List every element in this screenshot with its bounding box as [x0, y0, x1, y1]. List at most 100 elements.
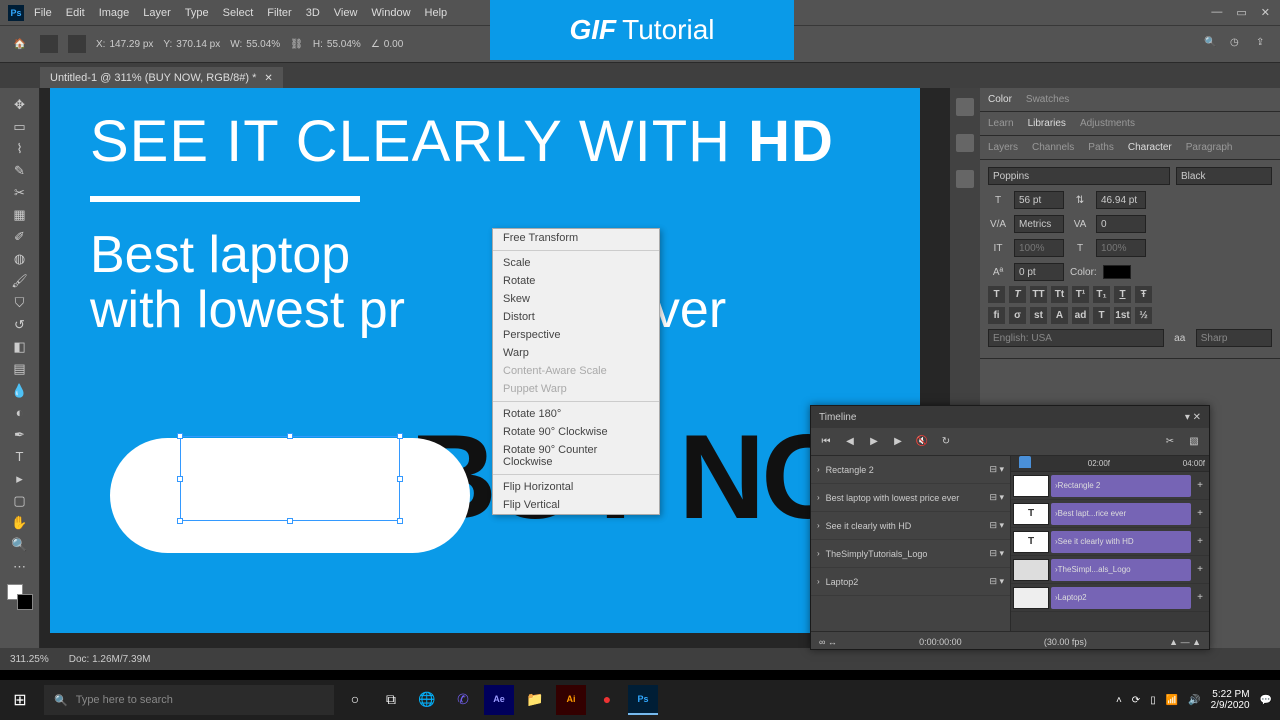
play-icon[interactable]: ▶ — [867, 435, 881, 449]
healing-tool[interactable]: ◍ — [8, 248, 32, 269]
start-button[interactable]: ⊞ — [0, 680, 40, 720]
add-clip-4[interactable]: + — [1193, 564, 1207, 575]
subscript-button[interactable]: T₁ — [1093, 286, 1110, 303]
clip-logo[interactable]: › TheSimpl...als_Logo — [1051, 559, 1191, 581]
ctx-distort[interactable]: Distort — [493, 308, 659, 326]
tab-paragraph[interactable]: Paragraph — [1186, 142, 1233, 153]
brush-tool[interactable]: 🖌 — [8, 270, 32, 291]
timeline-clips-area[interactable]: 02:00f04:00f › Rectangle 2+ T› Best lapt… — [1011, 456, 1209, 631]
zoom-tool[interactable]: 🔍 — [8, 534, 32, 555]
tab-paths[interactable]: Paths — [1088, 142, 1114, 153]
tab-swatches[interactable]: Swatches — [1026, 94, 1069, 105]
bold-button[interactable]: T — [988, 286, 1005, 303]
menu-type[interactable]: Type — [185, 7, 209, 19]
clip-laptop2[interactable]: › Laptop2 — [1051, 587, 1191, 609]
fraction-button[interactable]: ½ — [1135, 307, 1152, 324]
menu-filter[interactable]: Filter — [267, 7, 291, 19]
tracking-input[interactable]: 0 — [1096, 215, 1146, 233]
font-size-input[interactable]: 56 pt — [1014, 191, 1064, 209]
w-value[interactable]: 55.04% — [246, 39, 280, 50]
ctx-warp[interactable]: Warp — [493, 344, 659, 362]
vscale-input[interactable]: 100% — [1014, 239, 1064, 257]
pen-tool[interactable]: ✒ — [8, 424, 32, 445]
ctx-flip-horizontal[interactable]: Flip Horizontal — [493, 478, 659, 496]
baseline-input[interactable]: 0 pt — [1014, 263, 1064, 281]
background-color[interactable] — [17, 594, 33, 610]
superscript-button[interactable]: T¹ — [1072, 286, 1089, 303]
tab-libraries[interactable]: Libraries — [1028, 118, 1066, 129]
ordinal-button[interactable]: 1st — [1114, 307, 1131, 324]
document-tab[interactable]: Untitled-1 @ 311% (BUY NOW, RGB/8#) * ✕ — [40, 67, 283, 88]
share-icon[interactable]: ⇪ — [1256, 37, 1270, 51]
explorer-icon[interactable]: 📁 — [520, 685, 550, 715]
doc-size-readout[interactable]: Doc: 1.26M/7.39M — [69, 654, 151, 665]
blur-tool[interactable]: 💧 — [8, 380, 32, 401]
move-tool[interactable]: ✥ — [8, 94, 32, 115]
contextual-button[interactable]: σ — [1009, 307, 1026, 324]
eraser-tool[interactable]: ◧ — [8, 336, 32, 357]
tray-sync-icon[interactable]: ⟳ — [1132, 695, 1140, 706]
menu-layer[interactable]: Layer — [143, 7, 171, 19]
add-clip-2[interactable]: + — [1193, 508, 1207, 519]
shape-tool[interactable]: ▢ — [8, 490, 32, 511]
tray-chevron-icon[interactable]: ˄ — [1116, 695, 1122, 706]
x-value[interactable]: 147.29 px — [109, 39, 153, 50]
first-frame-icon[interactable]: ⏮ — [819, 435, 833, 449]
ctx-rotate-90-cw[interactable]: Rotate 90° Clockwise — [493, 423, 659, 441]
ctx-flip-vertical[interactable]: Flip Vertical — [493, 496, 659, 514]
menu-3d[interactable]: 3D — [306, 7, 320, 19]
tab-color[interactable]: Color — [988, 94, 1012, 105]
text-color-swatch[interactable] — [1103, 265, 1131, 279]
tab-layers[interactable]: Layers — [988, 142, 1018, 153]
lasso-tool[interactable]: ⌇ — [8, 138, 32, 159]
ctx-skew[interactable]: Skew — [493, 290, 659, 308]
add-clip-5[interactable]: + — [1193, 592, 1207, 603]
type-tool[interactable]: T — [8, 446, 32, 467]
underline-button[interactable]: T — [1114, 286, 1131, 303]
dodge-tool[interactable]: ◐ — [8, 402, 32, 423]
maximize-icon[interactable]: ▭ — [1236, 6, 1246, 19]
menu-window[interactable]: Window — [371, 7, 410, 19]
track-logo[interactable]: ›TheSimplyTutorials_Logo⊟ ▾ — [811, 540, 1010, 568]
ctx-scale[interactable]: Scale — [493, 254, 659, 272]
font-weight-dropdown[interactable]: Black — [1176, 167, 1272, 185]
quick-select-tool[interactable]: ✎ — [8, 160, 32, 181]
menu-image[interactable]: Image — [99, 7, 130, 19]
kerning-input[interactable]: Metrics — [1014, 215, 1064, 233]
timeline-header[interactable]: Timeline ▾ ✕ — [811, 406, 1209, 428]
after-effects-icon[interactable]: Ae — [484, 685, 514, 715]
close-icon[interactable]: ✕ — [1261, 6, 1270, 19]
track-see-clearly[interactable]: ›See it clearly with HD⊟ ▾ — [811, 512, 1010, 540]
ctx-rotate[interactable]: Rotate — [493, 272, 659, 290]
track-rectangle2[interactable]: ›Rectangle 2⊟ ▾ — [811, 456, 1010, 484]
zoom-readout[interactable]: 311.25% — [10, 654, 49, 665]
discretionary-button[interactable]: st — [1030, 307, 1047, 324]
stylistic-button[interactable]: ad — [1072, 307, 1089, 324]
reference-point-grid[interactable] — [68, 35, 86, 53]
home-icon[interactable]: 🏠 — [10, 34, 30, 54]
history-icon[interactable]: ◷ — [1230, 37, 1244, 51]
tray-volume-icon[interactable]: 🔊 — [1188, 695, 1200, 706]
ctx-rotate-180[interactable]: Rotate 180° — [493, 405, 659, 423]
clip-see-clearly[interactable]: › See it clearly with HD — [1051, 531, 1191, 553]
language-dropdown[interactable]: English: USA — [988, 329, 1164, 347]
viber-icon[interactable]: ✆ — [448, 685, 478, 715]
transition-icon[interactable]: ▧ — [1187, 435, 1201, 449]
antialias-dropdown[interactable]: Sharp — [1196, 329, 1272, 347]
menu-help[interactable]: Help — [425, 7, 448, 19]
playhead-icon[interactable] — [1019, 456, 1031, 468]
edit-toolbar-icon[interactable]: ⋯ — [8, 556, 32, 577]
menu-view[interactable]: View — [334, 7, 358, 19]
tab-adjustments[interactable]: Adjustments — [1080, 118, 1135, 129]
document-canvas[interactable]: SEE IT CLEARLY WITH HD Best laptop with … — [50, 88, 920, 633]
y-value[interactable]: 370.14 px — [176, 39, 220, 50]
task-view-icon[interactable]: ⧉ — [376, 685, 406, 715]
tab-close-icon[interactable]: ✕ — [264, 73, 272, 84]
italic-button[interactable]: T — [1009, 286, 1026, 303]
chrome-icon[interactable]: 🌐 — [412, 685, 442, 715]
marquee-tool[interactable]: ▭ — [8, 116, 32, 137]
leading-input[interactable]: 46.94 pt — [1096, 191, 1146, 209]
h-value[interactable]: 55.04% — [327, 39, 361, 50]
smallcaps-button[interactable]: Tt — [1051, 286, 1068, 303]
minimize-icon[interactable]: — — [1211, 6, 1222, 19]
